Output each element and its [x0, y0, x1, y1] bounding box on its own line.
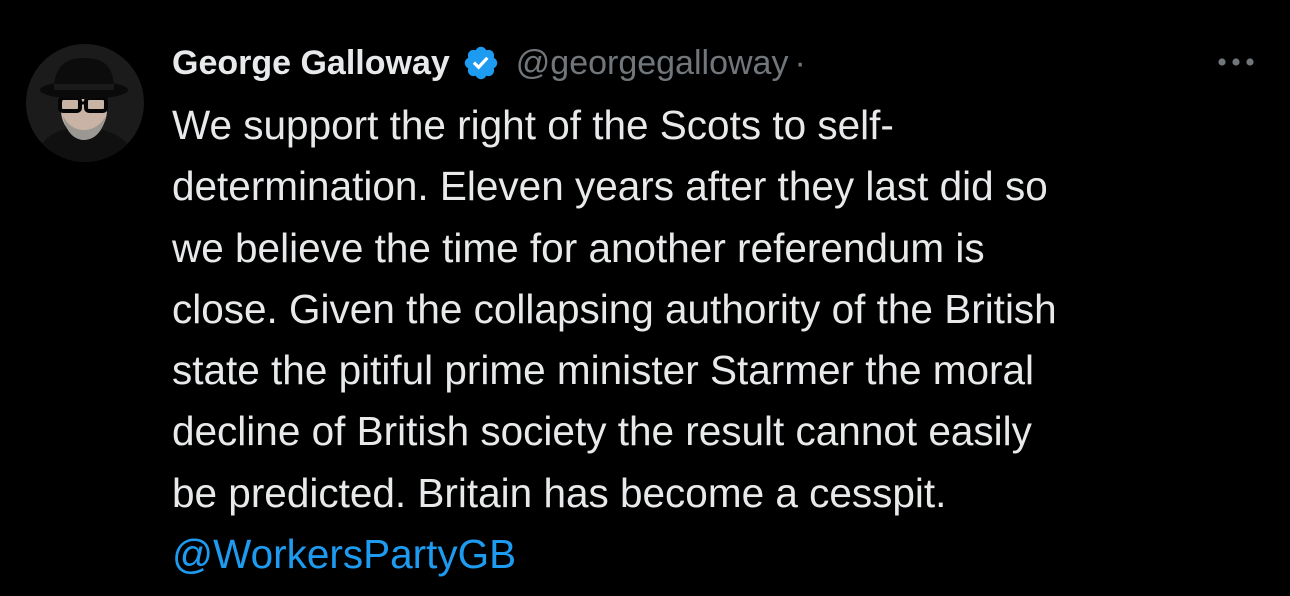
- verified-badge-icon[interactable]: [462, 44, 500, 82]
- tweet-text: We support the right of the Scots to sel…: [172, 95, 1262, 585]
- tweet-text-line: determination. Eleven years after they l…: [172, 163, 1048, 210]
- separator-dot: ·: [794, 43, 806, 82]
- tweet-text-line: decline of British society the result ca…: [172, 408, 1032, 455]
- tweet-text-line: We support the right of the Scots to sel…: [172, 102, 894, 148]
- tweet-header: George Galloway @georgegalloway ·: [172, 38, 806, 88]
- avatar[interactable]: [26, 44, 144, 162]
- author-name[interactable]: George Galloway: [172, 44, 450, 83]
- tweet-text-line: state the pitiful prime minister Starmer…: [172, 347, 1035, 394]
- author-handle[interactable]: @georgegalloway: [516, 44, 789, 83]
- tweet[interactable]: George Galloway @georgegalloway · We sup…: [0, 0, 1290, 596]
- avatar-photo: [26, 44, 144, 162]
- mention-link[interactable]: @WorkersPartyGB: [172, 524, 1262, 585]
- tweet-text-line: close. Given the collapsing authority of…: [172, 285, 1057, 332]
- tweet-text-line: be predicted. Britain has become a cessp…: [172, 469, 947, 516]
- more-options-icon[interactable]: [1212, 46, 1260, 78]
- tweet-text-line: we believe the time for another referend…: [172, 224, 985, 271]
